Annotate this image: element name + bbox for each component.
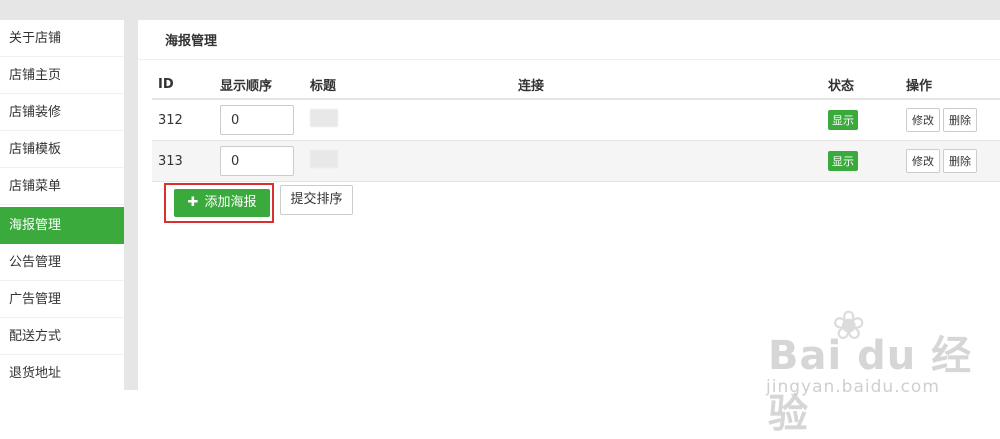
column-header-id: ID (152, 70, 220, 100)
title-divider (138, 59, 1000, 60)
sidebar-divider (124, 20, 138, 390)
status-cell: 显示 (828, 99, 906, 141)
sidebar-item-store-template[interactable]: 店铺模板 (0, 131, 124, 168)
sidebar-item-notice-management[interactable]: 公告管理 (0, 244, 124, 281)
sidebar-item-ad-management[interactable]: 广告管理 (0, 281, 124, 318)
row-id: 312 (152, 99, 220, 141)
add-poster-button[interactable]: ✚ 添加海报 (174, 189, 270, 217)
order-input[interactable] (220, 105, 294, 135)
sidebar-item-poster-management[interactable]: 海报管理 (0, 207, 124, 244)
add-button-highlight: ✚ 添加海报 (164, 183, 274, 223)
poster-thumbnail (310, 109, 338, 127)
title-cell (310, 99, 518, 141)
column-header-status: 状态 (828, 70, 906, 100)
sidebar-item-delivery-method[interactable]: 配送方式 (0, 318, 124, 355)
order-cell (220, 99, 310, 141)
column-header-order: 显示顺序 (220, 70, 310, 100)
row-id: 313 (152, 140, 220, 182)
title-cell (310, 140, 518, 182)
poster-thumbnail (310, 150, 338, 168)
sidebar-item-store-decoration[interactable]: 店铺装修 (0, 94, 124, 131)
sidebar-item-about-store[interactable]: 关于店铺 (0, 20, 124, 57)
baidu-watermark: ❀ Bai du 经验 jingyan.baidu.com (762, 303, 992, 437)
link-cell (518, 140, 828, 182)
watermark-url: jingyan.baidu.com (766, 377, 940, 397)
column-header-link: 连接 (518, 70, 828, 100)
sidebar-item-return-address[interactable]: 退货地址 (0, 355, 124, 392)
sidebar: 关于店铺 店铺主页 店铺装修 店铺模板 店铺菜单 海报管理 公告管理 广告管理 … (0, 20, 124, 392)
column-header-actions: 操作 (906, 70, 1000, 100)
link-cell (518, 99, 828, 141)
order-cell (220, 140, 310, 182)
actions-cell: 修改 删除 (906, 140, 1000, 182)
page-title: 海报管理 (165, 34, 218, 49)
plus-icon: ✚ (187, 195, 199, 210)
top-bar (0, 0, 1000, 20)
table-row: 312 显示 修改删除 (152, 99, 1000, 141)
edit-button[interactable]: 修改 (906, 108, 940, 132)
poster-table: ID 显示顺序 标题 连接 状态 操作 312 显示 修改删除 (152, 70, 1000, 182)
status-badge: 显示 (828, 151, 858, 171)
order-input[interactable] (220, 146, 294, 176)
status-badge: 显示 (828, 110, 858, 130)
delete-button[interactable]: 删除 (943, 108, 977, 132)
actions-cell: 修改 删除 (906, 99, 1000, 141)
table-header-row: ID 显示顺序 标题 连接 状态 操作 (152, 70, 1000, 100)
add-poster-label: 添加海报 (204, 195, 257, 210)
column-header-title: 标题 (310, 70, 518, 100)
sidebar-item-store-menu[interactable]: 店铺菜单 (0, 168, 124, 205)
delete-button[interactable]: 删除 (943, 149, 977, 173)
status-cell: 显示 (828, 140, 906, 182)
edit-button[interactable]: 修改 (906, 149, 940, 173)
table-row: 313 显示 修改删除 (152, 140, 1000, 182)
submit-order-button[interactable]: 提交排序 (280, 185, 353, 215)
sidebar-item-store-home[interactable]: 店铺主页 (0, 57, 124, 94)
